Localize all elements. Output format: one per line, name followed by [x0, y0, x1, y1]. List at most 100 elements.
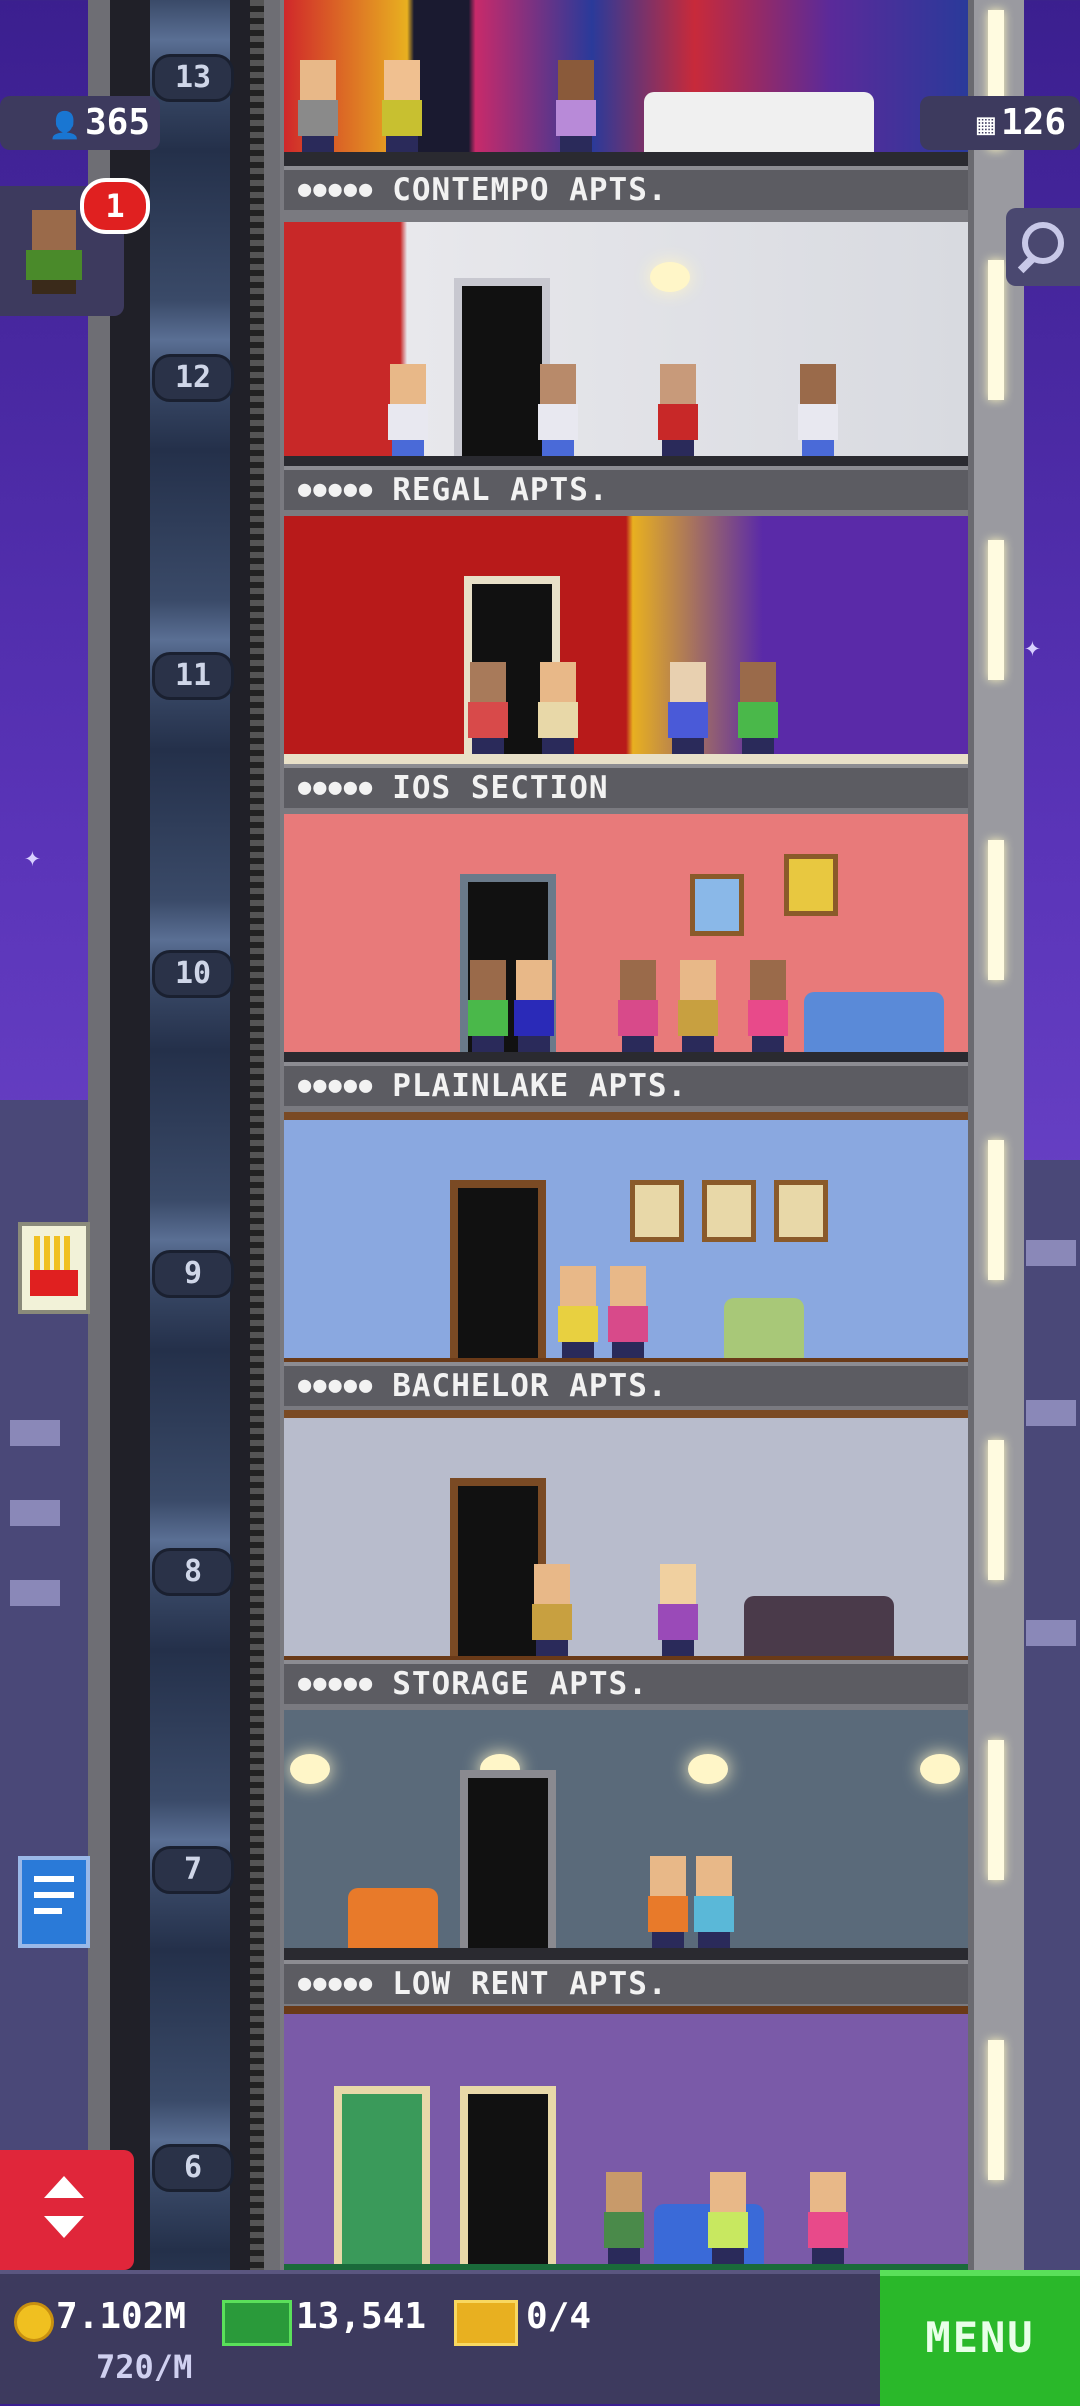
menu-button[interactable]: MENU — [880, 2270, 1080, 2406]
floor-13-sign[interactable]: ●●●●● CONTEMPO APTS. — [284, 166, 968, 210]
resident[interactable] — [464, 662, 512, 754]
floor-stars: ●●●●● — [298, 1671, 375, 1696]
resident[interactable] — [704, 2172, 752, 2264]
floor-6-room[interactable] — [284, 2006, 968, 2278]
resident[interactable] — [794, 364, 842, 456]
armchair-furniture — [724, 1298, 804, 1358]
resident[interactable] — [644, 1856, 692, 1948]
background-window — [1026, 1400, 1076, 1426]
resident[interactable] — [464, 960, 512, 1052]
floors-counter[interactable]: ▦ 126 — [920, 96, 1080, 150]
floor-name: STORAGE APTS. — [392, 1666, 648, 1702]
resident[interactable] — [528, 1564, 576, 1656]
resident[interactable] — [690, 1856, 738, 1948]
floor-11-room[interactable] — [284, 516, 968, 768]
floor-name: BACHELOR APTS. — [392, 1368, 668, 1404]
sofa-furniture — [804, 992, 944, 1052]
resident[interactable] — [552, 60, 600, 152]
fries-icon[interactable] — [18, 1222, 90, 1314]
resident[interactable] — [534, 364, 582, 456]
resident[interactable] — [554, 1266, 602, 1358]
sky-star: ✦ — [1024, 630, 1041, 663]
floor-stars: ●●●●● — [298, 177, 375, 202]
floor-stars: ●●●●● — [298, 775, 375, 800]
resident[interactable] — [744, 960, 792, 1052]
floor-number-badge: 8 — [152, 1548, 234, 1596]
magnifier-handle — [1017, 254, 1037, 274]
resident[interactable] — [804, 2172, 852, 2264]
background-window — [10, 1420, 60, 1446]
room-door — [460, 2086, 556, 2264]
coins-value: 7.102M — [56, 2296, 187, 2337]
resident[interactable] — [654, 1564, 702, 1656]
resident[interactable] — [614, 960, 662, 1052]
resident[interactable] — [294, 60, 342, 152]
resident[interactable] — [734, 662, 782, 754]
floor-7-sign[interactable]: ●●●●● LOW RENT APTS. — [284, 1960, 968, 2004]
pillar-light — [988, 840, 1004, 980]
sofa-furniture — [644, 92, 874, 152]
floor-number-badge: 12 — [152, 354, 234, 402]
floor-8-sign[interactable]: ●●●●● STORAGE APTS. — [284, 1660, 968, 1704]
elevator-track[interactable] — [150, 0, 230, 2270]
resident[interactable] — [654, 364, 702, 456]
floor-9-room[interactable] — [284, 1112, 968, 1372]
resident[interactable] — [674, 960, 722, 1052]
ceiling-lamp — [290, 1754, 330, 1784]
room-door — [460, 1770, 556, 1948]
floor-7-room[interactable] — [284, 1710, 968, 1962]
resident[interactable] — [664, 662, 712, 754]
ceiling-lamp — [688, 1754, 728, 1784]
elevator-rail — [250, 0, 264, 2270]
floor-number-badge: 13 — [152, 54, 234, 102]
floor-8-room[interactable] — [284, 1410, 968, 1670]
floor-name: LOW RENT APTS. — [392, 1966, 668, 2002]
resident[interactable] — [384, 364, 432, 456]
person-icon: 👤 — [48, 111, 81, 141]
coin-icon — [14, 2302, 54, 2342]
resident-avatar — [24, 210, 84, 294]
ceiling-lamp — [920, 1754, 960, 1784]
floor-9-sign[interactable]: ●●●●● BACHELOR APTS. — [284, 1362, 968, 1406]
background-building — [1018, 1160, 1080, 2270]
resident[interactable] — [604, 1266, 652, 1358]
resident[interactable] — [600, 2172, 648, 2264]
floor-13-room[interactable] — [284, 0, 968, 166]
bux-icon[interactable] — [222, 2300, 292, 2346]
floor-number-badge: 10 — [152, 950, 234, 998]
notification-badge: 1 — [80, 178, 150, 234]
tickets-value[interactable]: 0/4 — [526, 2296, 591, 2337]
arrow-down-icon — [44, 2216, 84, 2238]
floor-10-room[interactable] — [284, 814, 968, 1066]
floor-number-badge: 7 — [152, 1846, 234, 1894]
floor-12-room[interactable] — [284, 222, 968, 470]
floor-name: IOS SECTION — [392, 770, 609, 806]
floor-stars: ●●●●● — [298, 1073, 375, 1098]
sky-star: ✦ — [24, 840, 41, 873]
population-counter[interactable]: 👤 365 — [0, 96, 160, 150]
ticket-icon[interactable] — [454, 2300, 518, 2346]
resident[interactable] — [510, 960, 558, 1052]
resident[interactable] — [534, 662, 582, 754]
background-window — [10, 1580, 60, 1606]
room-door — [334, 2086, 430, 2264]
floor-11-sign[interactable]: ●●●●● IOS SECTION — [284, 764, 968, 808]
pillar-light — [988, 1440, 1004, 1580]
search-button[interactable] — [1006, 208, 1080, 286]
floor-number-badge: 11 — [152, 652, 234, 700]
floor-name: PLAINLAKE APTS. — [392, 1068, 688, 1104]
wall-picture — [702, 1180, 756, 1242]
document-icon[interactable] — [18, 1856, 90, 1948]
bux-value[interactable]: 13,541 — [296, 2296, 426, 2337]
resident[interactable] — [378, 60, 426, 152]
wall-picture — [630, 1180, 684, 1242]
pillar-light — [988, 540, 1004, 680]
floor-name: CONTEMPO APTS. — [392, 172, 668, 208]
elevator-button[interactable] — [0, 2150, 134, 2270]
floor-stars: ●●●●● — [298, 1971, 375, 1996]
pillar-light — [988, 2040, 1004, 2180]
floor-12-sign[interactable]: ●●●●● REGAL APTS. — [284, 466, 968, 510]
floor-10-sign[interactable]: ●●●●● PLAINLAKE APTS. — [284, 1062, 968, 1106]
arrow-up-icon — [44, 2176, 84, 2198]
background-window — [10, 1500, 60, 1526]
